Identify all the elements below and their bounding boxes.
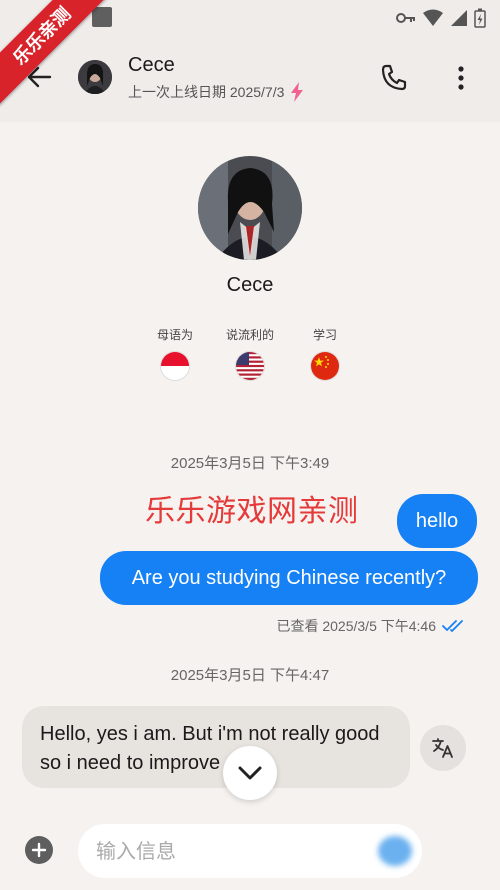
language-fluent: 说流利的 <box>215 326 285 381</box>
scroll-to-bottom-button[interactable] <box>223 746 277 800</box>
profile-avatar[interactable] <box>198 156 302 260</box>
language-list: 母语为 说流利的 学习 <box>140 326 360 381</box>
send-icon[interactable] <box>378 836 412 866</box>
signal-icon <box>451 10 467 26</box>
read-receipt: 已查看 2025/3/5 下午4:46 <box>276 616 466 636</box>
language-label: 学习 <box>312 328 337 342</box>
double-check-icon <box>442 620 463 632</box>
battery-icon <box>474 8 486 28</box>
chat-title: Cece <box>128 54 175 76</box>
message-input-container <box>78 824 422 880</box>
wifi-icon <box>423 9 443 26</box>
last-online: 上一次上线日期 2025/7/3 <box>128 82 304 102</box>
language-label: 说流利的 <box>225 328 274 342</box>
status-icons <box>396 8 486 28</box>
received-message[interactable]: Hello, yes i am. But i'm not really good… <box>22 706 410 788</box>
notification-icon <box>92 7 112 27</box>
watermark-text: 乐乐游戏网亲测 <box>145 495 359 528</box>
language-native: 母语为 <box>140 326 210 381</box>
message-timestamp: 2025年3月5日 下午4:47 <box>170 667 330 684</box>
add-attachment-button[interactable] <box>25 836 53 864</box>
message-timestamp: 2025年3月5日 下午3:49 <box>170 455 330 472</box>
plus-icon <box>31 842 47 858</box>
chevron-down-icon <box>238 766 262 780</box>
phone-icon <box>381 64 407 91</box>
language-label: 母语为 <box>156 328 193 342</box>
more-button[interactable] <box>450 62 472 94</box>
indonesia-flag-icon <box>160 351 190 381</box>
read-receipt-text: 已查看 2025/3/5 下午4:46 <box>276 618 436 634</box>
translate-button[interactable] <box>420 725 466 771</box>
more-vertical-icon <box>458 66 464 90</box>
call-button[interactable] <box>378 62 410 94</box>
avatar[interactable] <box>78 60 112 94</box>
message-input[interactable] <box>94 824 368 880</box>
lightning-icon <box>291 82 304 102</box>
profile-card: Cece <box>0 150 500 297</box>
last-online-text: 上一次上线日期 2025/7/3 <box>128 84 285 100</box>
translate-icon <box>432 738 453 758</box>
key-icon <box>396 13 415 23</box>
profile-name: Cece <box>226 274 274 296</box>
usa-flag-icon <box>235 351 265 381</box>
china-flag-icon <box>310 351 340 381</box>
chat-header: Cece 上一次上线日期 2025/7/3 <box>0 34 500 122</box>
language-learning: 学习 <box>290 326 360 381</box>
sent-message[interactable]: hello <box>397 494 477 548</box>
sent-message[interactable]: Are you studying Chinese recently? <box>100 551 478 605</box>
